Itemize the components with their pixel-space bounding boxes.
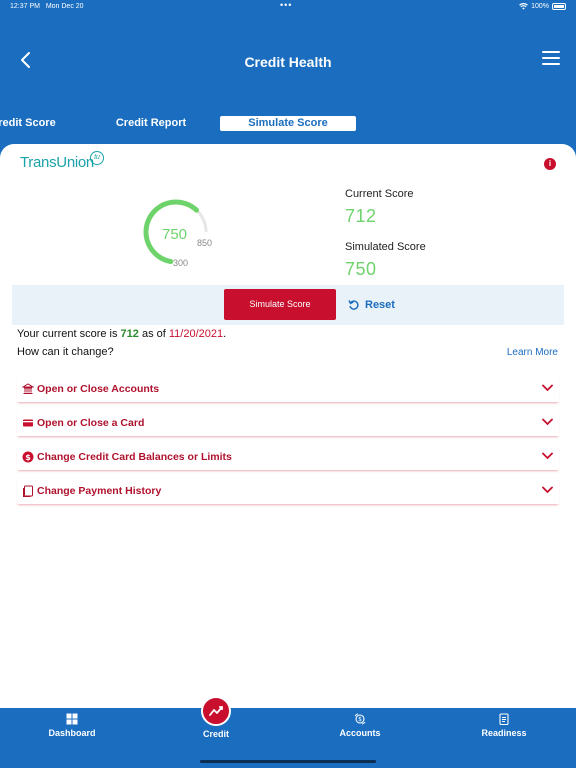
bank-icon bbox=[22, 383, 34, 394]
accordion-label: Open or Close a Card bbox=[37, 417, 145, 429]
reset-label: Reset bbox=[365, 299, 395, 311]
dollar-icon: $ bbox=[22, 451, 34, 463]
learn-more-link[interactable]: Learn More bbox=[507, 347, 558, 358]
accounts-icon: $ bbox=[354, 713, 366, 725]
trend-icon bbox=[209, 706, 223, 716]
wifi-icon bbox=[519, 3, 528, 10]
page-title: Credit Health bbox=[244, 54, 332, 70]
gauge-score: 750 bbox=[162, 226, 188, 243]
simulate-score-button[interactable]: Simulate Score bbox=[224, 289, 336, 320]
nav-label: Credit bbox=[202, 729, 229, 739]
summary-score: 712 bbox=[120, 328, 139, 340]
accordion-change-payment-history[interactable]: Change Payment History bbox=[17, 478, 559, 504]
hamburger-icon bbox=[542, 51, 560, 53]
nav-credit[interactable]: Credit bbox=[144, 696, 288, 768]
svg-text:$: $ bbox=[358, 716, 362, 723]
status-right: 100% bbox=[519, 3, 566, 10]
chevron-down-icon bbox=[542, 486, 553, 494]
current-score-block: Current Score 712 bbox=[345, 188, 413, 227]
nav-label: Accounts bbox=[339, 728, 381, 738]
nav-accounts[interactable]: $ Accounts bbox=[288, 708, 432, 768]
chevron-down-icon bbox=[542, 452, 553, 460]
transunion-logo: TransUnion tu bbox=[20, 151, 104, 180]
accordion-label: Change Credit Card Balances or Limits bbox=[37, 451, 232, 463]
summary-suffix: . bbox=[223, 328, 227, 340]
info-icon[interactable]: i bbox=[544, 158, 556, 170]
tab-credit-report[interactable]: Credit Report bbox=[110, 116, 192, 131]
nav-label: Readiness bbox=[481, 728, 527, 738]
simulated-score-block: Simulated Score 750 bbox=[345, 241, 426, 280]
bottom-nav: Dashboard Credit $ Accounts Readiness bbox=[0, 696, 576, 768]
tab-simulate-score[interactable]: Simulate Score bbox=[220, 116, 356, 131]
accordion-label: Change Payment History bbox=[37, 485, 162, 497]
summary-prefix: Your current score is bbox=[17, 328, 121, 340]
tab-bar: Credit Score Credit Report Simulate Scor… bbox=[0, 116, 576, 134]
status-time: 12:37 PM Mon Dec 20 bbox=[10, 3, 84, 10]
how-change-question: How can it change? bbox=[17, 346, 114, 358]
current-score-summary: Your current score is 712 as of 11/20/20… bbox=[17, 328, 226, 340]
nav-label: Dashboard bbox=[48, 728, 96, 738]
credit-card-icon bbox=[23, 419, 33, 427]
current-score-label: Current Score bbox=[345, 188, 414, 200]
hamburger-line bbox=[542, 57, 560, 59]
simulated-score-value: 750 bbox=[345, 259, 377, 279]
home-indicator bbox=[200, 760, 376, 763]
summary-date: 11/20/2021 bbox=[168, 328, 224, 340]
summary-middle: as of bbox=[138, 328, 169, 340]
header: Credit Health bbox=[0, 40, 576, 84]
current-score-value: 712 bbox=[345, 206, 377, 226]
multitask-dots-icon[interactable]: ••• bbox=[280, 0, 292, 10]
reset-icon bbox=[348, 300, 359, 310]
menu-button[interactable] bbox=[542, 51, 560, 67]
tab-credit-score[interactable]: Credit Score bbox=[0, 116, 58, 131]
main-card: TransUnion tu i 750 850 300 Current Scor… bbox=[0, 144, 576, 708]
battery-percent: 100% bbox=[531, 3, 549, 10]
checklist-icon bbox=[499, 713, 509, 725]
battery-icon bbox=[552, 3, 566, 10]
nav-dashboard[interactable]: Dashboard bbox=[0, 708, 144, 768]
chevron-down-icon bbox=[542, 418, 553, 426]
reset-button[interactable]: Reset bbox=[348, 297, 395, 313]
gauge-max: 850 bbox=[197, 238, 213, 248]
simulated-score-label: Simulated Score bbox=[345, 241, 426, 253]
nav-readiness[interactable]: Readiness bbox=[432, 708, 576, 768]
accordion-open-close-accounts[interactable]: Open or Close Accounts bbox=[17, 376, 559, 402]
status-bar: 12:37 PM Mon Dec 20 ••• 100% bbox=[0, 0, 576, 14]
action-bar: Simulate Score Reset bbox=[12, 285, 564, 325]
document-icon bbox=[23, 485, 33, 497]
accordion-label: Open or Close Accounts bbox=[37, 383, 160, 395]
gauge-min: 300 bbox=[173, 258, 189, 268]
accordion-open-close-card[interactable]: Open or Close a Card bbox=[17, 410, 559, 436]
chevron-down-icon bbox=[542, 384, 553, 392]
hamburger-line bbox=[542, 63, 560, 65]
nav-credit-active-circle bbox=[201, 696, 231, 726]
svg-text:$: $ bbox=[25, 453, 31, 462]
logo-text: TransUnion bbox=[20, 154, 94, 171]
accordion-change-balances[interactable]: $ Change Credit Card Balances or Limits bbox=[17, 444, 559, 470]
logo-mark: tu bbox=[90, 151, 104, 165]
grid-icon bbox=[66, 713, 78, 725]
